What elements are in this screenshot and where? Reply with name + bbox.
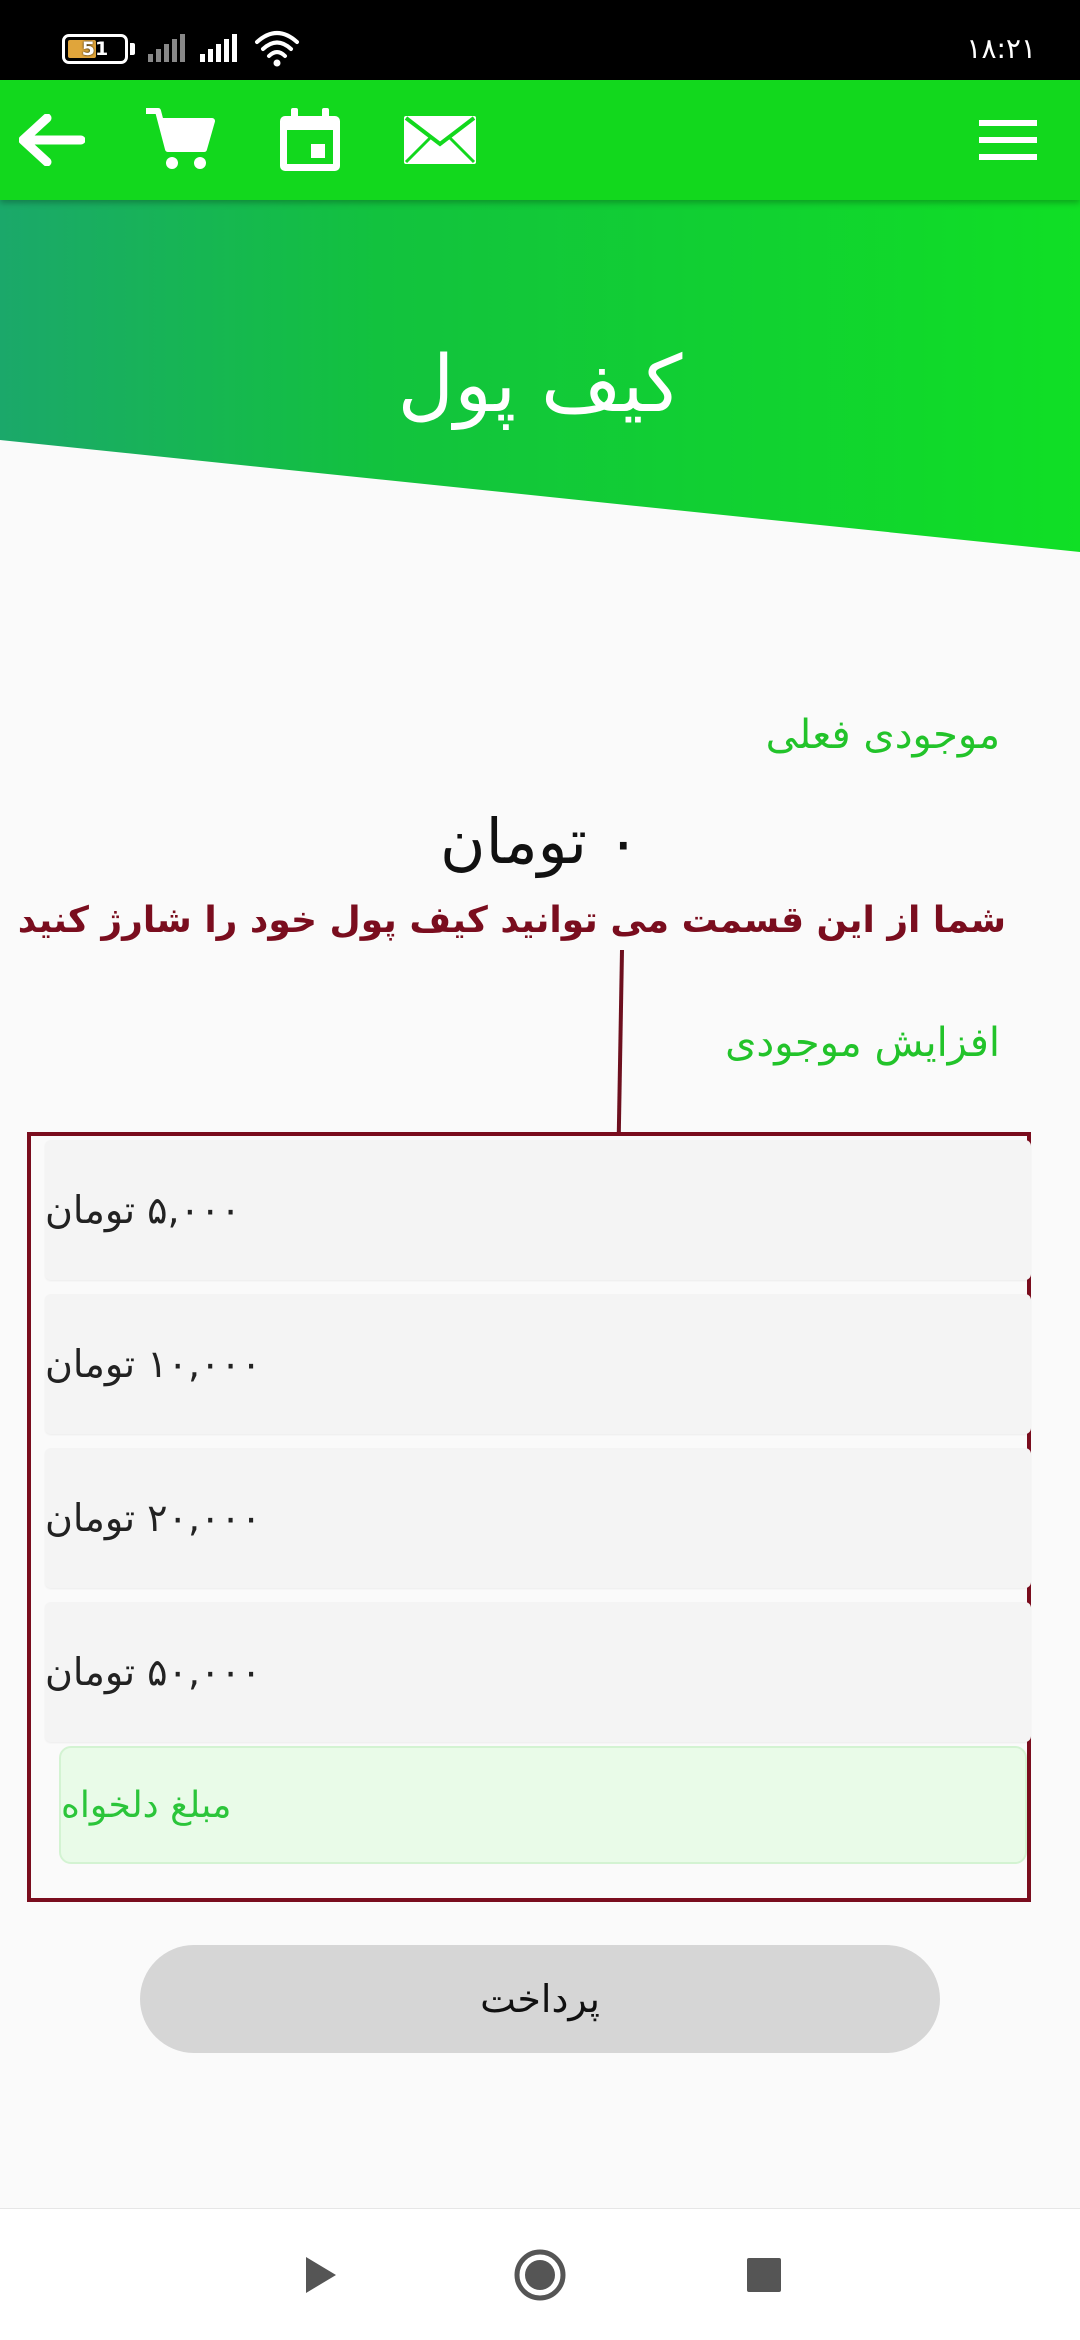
amount-options: ۵,۰۰۰ تومان ۱۰,۰۰۰ تومان ۲۰,۰۰۰ تومان ۵۰…	[27, 1132, 1031, 1902]
battery-icon: 51	[62, 34, 128, 64]
mail-icon[interactable]	[402, 102, 478, 178]
annotation-connector	[616, 949, 624, 1143]
amount-option-label: ۵۰,۰۰۰ تومان	[45, 1650, 262, 1694]
pay-button[interactable]: پرداخت	[140, 1945, 940, 2053]
custom-amount-button[interactable]: مبلغ دلخواه	[59, 1746, 1027, 1864]
charge-hint: شما از این قسمت می توانید کیف پول خود را…	[17, 900, 1006, 941]
amount-option-20000[interactable]: ۲۰,۰۰۰ تومان	[45, 1448, 1031, 1588]
back-triangle-icon[interactable]	[288, 2243, 352, 2307]
battery-level: 51	[81, 38, 109, 60]
amount-option-label: ۲۰,۰۰۰ تومان	[45, 1496, 262, 1540]
calendar-icon[interactable]	[272, 102, 348, 178]
recents-square-icon[interactable]	[732, 2243, 796, 2307]
wifi-icon	[255, 31, 299, 67]
back-arrow-icon[interactable]	[14, 102, 90, 178]
amount-option-50000[interactable]: ۵۰,۰۰۰ تومان	[45, 1602, 1031, 1742]
page-title: کیف پول	[397, 340, 683, 430]
signal-icon	[200, 34, 237, 62]
status-time: ۱۸:۲۱	[966, 31, 1036, 65]
home-circle-icon[interactable]	[508, 2243, 572, 2307]
menu-icon[interactable]	[970, 102, 1046, 178]
battery-tip	[130, 43, 135, 55]
custom-amount-label: مبلغ دلخواه	[61, 1784, 232, 1826]
current-balance-label: موجودی فعلی	[765, 712, 1000, 758]
amount-option-10000[interactable]: ۱۰,۰۰۰ تومان	[45, 1294, 1031, 1434]
amount-option-label: ۱۰,۰۰۰ تومان	[45, 1342, 262, 1386]
amount-option-label: ۵,۰۰۰ تومان	[45, 1188, 241, 1232]
app-bar	[0, 80, 1080, 200]
increase-balance-label: افزایش موجودی	[725, 1020, 1000, 1066]
amount-option-5000[interactable]: ۵,۰۰۰ تومان	[45, 1140, 1031, 1280]
cart-icon[interactable]	[142, 102, 218, 178]
system-nav-bar	[0, 2208, 1080, 2340]
hero-banner: کیف پول	[0, 200, 1080, 560]
signal-icon	[148, 34, 185, 62]
wallet-screen: 51 ۱۸:۲۱ کیف پول موجودی فعلی ۰ تومان شما…	[0, 0, 1080, 2340]
balance-value: ۰ تومان	[440, 805, 640, 878]
status-bar: 51 ۱۸:۲۱	[0, 0, 1080, 80]
